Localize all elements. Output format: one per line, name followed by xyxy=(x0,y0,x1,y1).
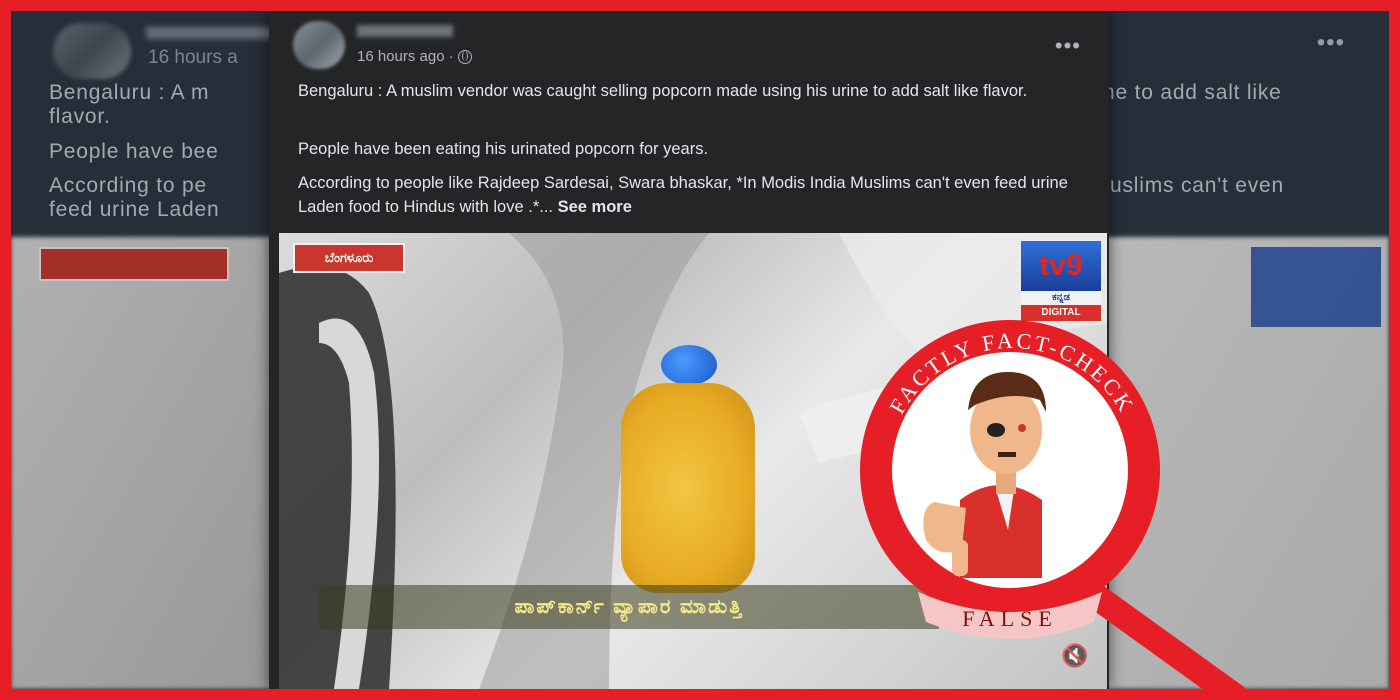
mute-icon[interactable]: 🔇 xyxy=(1061,643,1088,669)
post-meta: 16 hours ago · xyxy=(357,48,472,65)
tv9-digital-label: DIGITAL xyxy=(1021,305,1101,321)
tv9-logo-kannada: ಕನ್ನಡ xyxy=(1021,291,1101,305)
see-more-link[interactable]: See more xyxy=(558,198,632,216)
post-timestamp[interactable]: 16 hours ago xyxy=(357,48,445,65)
post-paragraph-text: According to people like Rajdeep Sardesa… xyxy=(298,174,1068,216)
separator-dot: · xyxy=(448,48,454,65)
tv9-logo-text: tv9 xyxy=(1039,249,1083,282)
post-paragraph: People have been eating his urinated pop… xyxy=(298,140,709,158)
city-tag: ಬೆಂಗಳೂರು xyxy=(293,243,405,273)
tv9-logo-top: tv9 xyxy=(1021,241,1101,291)
bottle-cap xyxy=(661,345,717,385)
video-player[interactable]: ಬೆಂಗಳೂರು tv9 ಕನ್ನಡ DIGITAL ಪಾಪ್‌ಕಾರ್ನ್ ವ… xyxy=(279,233,1107,689)
bottle xyxy=(621,383,755,593)
facebook-post: 16 hours ago · ••• Bengaluru : A muslim … xyxy=(269,11,1109,689)
tv9-logo: tv9 ಕನ್ನಡ DIGITAL xyxy=(1021,241,1101,321)
avatar[interactable] xyxy=(293,21,345,69)
screenshot-frame: 16 hours a ••• Bengaluru : A m ne to add… xyxy=(11,11,1389,689)
author-name[interactable] xyxy=(357,25,453,37)
more-dots-icon[interactable]: ••• xyxy=(1055,33,1081,59)
post-paragraph-last: According to people like Rajdeep Sardesa… xyxy=(298,171,1098,219)
globe-icon xyxy=(457,49,472,64)
post-paragraph: Bengaluru : A muslim vendor was caught s… xyxy=(298,82,1028,100)
video-caption: ಪಾಪ್‌ಕಾರ್ನ್ ವ್ಯಾಪಾರ ಮಾಡುತ್ತಿ xyxy=(319,585,939,629)
